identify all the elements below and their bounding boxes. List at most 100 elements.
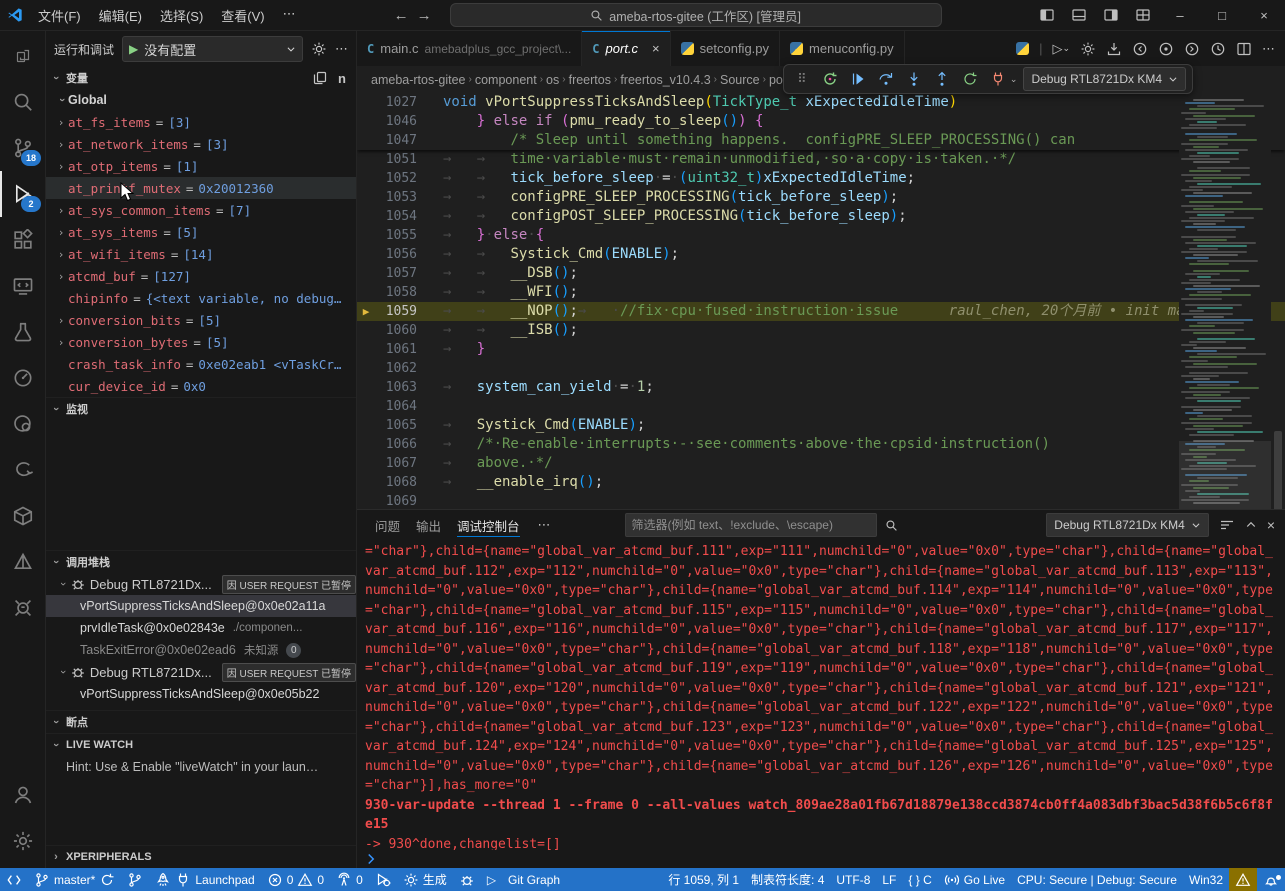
chevron-down-icon[interactable]: ⌄ [1010,74,1018,85]
statusbar-eol[interactable]: LF [876,868,902,891]
statusbar-debug-launch[interactable] [369,868,397,891]
statusbar-bug-tool[interactable] [453,868,481,891]
stack-frame-row[interactable]: prvIdleTask@0x0e02843e./componen... [46,617,356,639]
panel-tab-active[interactable]: 调试控制台 [449,510,528,540]
minimap[interactable] [1179,93,1271,509]
breadcrumb-item[interactable]: component [475,73,537,87]
line-number[interactable]: 1056 [375,245,417,264]
line-number[interactable]: 1046 [375,112,417,131]
step-over-icon[interactable] [874,67,898,91]
line-number[interactable]: 1054 [375,207,417,226]
more-actions-icon[interactable]: ⋯ [335,41,348,57]
maximize-panel-icon[interactable] [1245,519,1257,531]
statusbar-platform[interactable]: Win32 [1183,868,1229,891]
statusbar-ports[interactable]: 0 [330,868,369,891]
variable-row[interactable]: crash_task_info=0xe02eab1 <vTaskCr… [46,353,356,375]
variable-row[interactable]: cur_device_id=0x0 [46,375,356,397]
variable-row[interactable]: chipinfo={<text variable, no debug… [46,287,356,309]
restart-icon[interactable] [958,67,982,91]
code-editor[interactable]: 1027void vPortSuppressTicksAndSleep(Tick… [357,93,1285,509]
stack-frame-row[interactable]: vPortSuppressTicksAndSleep@0x0e02a11a [46,595,356,617]
activity-item-explorer[interactable] [0,33,45,79]
line-number[interactable]: 1062 [375,359,417,378]
menu-item[interactable]: 文件(F) [30,4,89,27]
activity-item-circle-pointer[interactable] [0,355,45,401]
line-number[interactable]: 1067 [375,454,417,473]
variable-row[interactable]: ›at_sys_common_items=[7] [46,199,356,221]
close-button[interactable]: × [1243,0,1285,30]
activity-item-run-debug[interactable]: 2 [0,171,45,217]
statusbar-problems[interactable]: 00 [261,868,330,891]
statusbar-cpu-secure[interactable]: CPU: Secure | Debug: Secure [1011,868,1183,891]
line-number[interactable]: 1059 [375,302,417,321]
step-into-icon[interactable] [902,67,926,91]
activity-item-robot[interactable] [0,585,45,631]
line-number[interactable]: 1052 [375,169,417,188]
line-number[interactable]: 1051 [375,150,417,169]
toolbar-grip-icon[interactable]: ⠿ [790,67,814,91]
statusbar-remote-indicator[interactable] [0,868,28,891]
activity-item-account[interactable] [0,772,45,818]
run-python-dropdown-icon[interactable]: ▷⌄ [1052,41,1070,57]
split-editor-icon[interactable] [1236,41,1252,57]
line-number[interactable]: 1065 [375,416,417,435]
stack-frame-row[interactable]: vPortSuppressTicksAndSleep@0x0e05b22 [46,683,356,705]
statusbar-language-mode[interactable]: { } C [902,868,937,891]
search-icon[interactable] [885,519,898,532]
debug-config-dropdown[interactable]: ▶ 没有配置 [122,36,303,62]
gear-icon[interactable] [311,41,327,57]
line-number[interactable]: 1060 [375,321,417,340]
reset-device-icon[interactable] [818,67,842,91]
toggle-sidebar-icon[interactable] [1031,0,1063,30]
statusbar-branch-status[interactable]: master* [28,868,121,891]
menu-item[interactable]: 选择(S) [152,4,211,27]
natvis-icon[interactable]: n [338,71,346,86]
watch-section-header[interactable]: › 监视 [46,397,356,420]
breadcrumb-item[interactable]: ameba-rtos-gitee [371,73,466,87]
nav-back-icon[interactable]: ← [394,7,409,24]
statusbar-notifications-bell[interactable] [1257,868,1285,891]
editor-tab-port-c[interactable]: Cport.c× [582,31,670,66]
console-filter-input[interactable] [625,513,877,537]
line-number[interactable]: 1055 [375,226,417,245]
variable-row[interactable]: ›conversion_bits=[5] [46,309,356,331]
line-number[interactable]: 1063 [375,378,417,397]
variable-row[interactable]: ›at_fs_items=[3] [46,111,356,133]
statusbar-run-task[interactable]: ▷ [481,868,502,891]
activity-item-hook[interactable] [0,447,45,493]
callstack-session-row[interactable]: ›Debug RTL8721Dx...因 USER REQUEST 已暂停 [46,661,356,683]
filter-lines-icon[interactable] [1219,517,1235,533]
activity-item-testing[interactable] [0,309,45,355]
editor-tab-menuconfig-py[interactable]: menuconfig.py [780,31,905,66]
variable-row[interactable]: ›at_otp_items=[1] [46,155,356,177]
activity-item-circle-snapshot[interactable] [0,401,45,447]
line-number[interactable]: 1069 [375,492,417,509]
settings-gear-icon[interactable] [1080,41,1096,57]
statusbar-extension-warning[interactable] [1229,868,1257,891]
variables-section-header[interactable]: › 变量 n [46,67,356,89]
variable-row[interactable]: ›at_wifi_items=[14] [46,243,356,265]
close-panel-icon[interactable]: × [1267,517,1275,533]
line-number[interactable]: 1027 [375,93,417,112]
minimize-button[interactable]: – [1159,0,1201,30]
more-actions-icon[interactable]: ⋯ [1262,41,1275,57]
breadcrumb-item[interactable]: Source [720,73,760,87]
breadcrumb-item[interactable]: freertos_v10.4.3 [620,73,710,87]
debug-console-input[interactable] [357,850,1285,868]
breadcrumb-item[interactable]: os [546,73,559,87]
editor-tab-main-c[interactable]: Cmain.camebadplus_gcc_project\... [357,31,582,66]
menu-item[interactable]: 查看(V) [213,4,272,27]
toggle-panel-icon[interactable] [1063,0,1095,30]
line-number[interactable]: 1057 [375,264,417,283]
line-number[interactable]: 1068 [375,473,417,492]
line-number[interactable]: 1058 [375,283,417,302]
statusbar-build-task[interactable]: 生成 [397,868,453,891]
step-out-icon[interactable] [930,67,954,91]
breakpoints-section-header[interactable]: › 断点 [46,710,356,733]
statusbar-launchpad[interactable]: Launchpad [149,868,260,891]
variable-row[interactable]: ›atcmd_buf=[127] [46,265,356,287]
editor-tab-setconfig-py[interactable]: setconfig.py [671,31,780,66]
scope-global-row[interactable]: › Global [46,89,356,111]
panel-tab-item[interactable]: 问题 [367,510,408,540]
activity-item-settings[interactable] [0,818,45,864]
